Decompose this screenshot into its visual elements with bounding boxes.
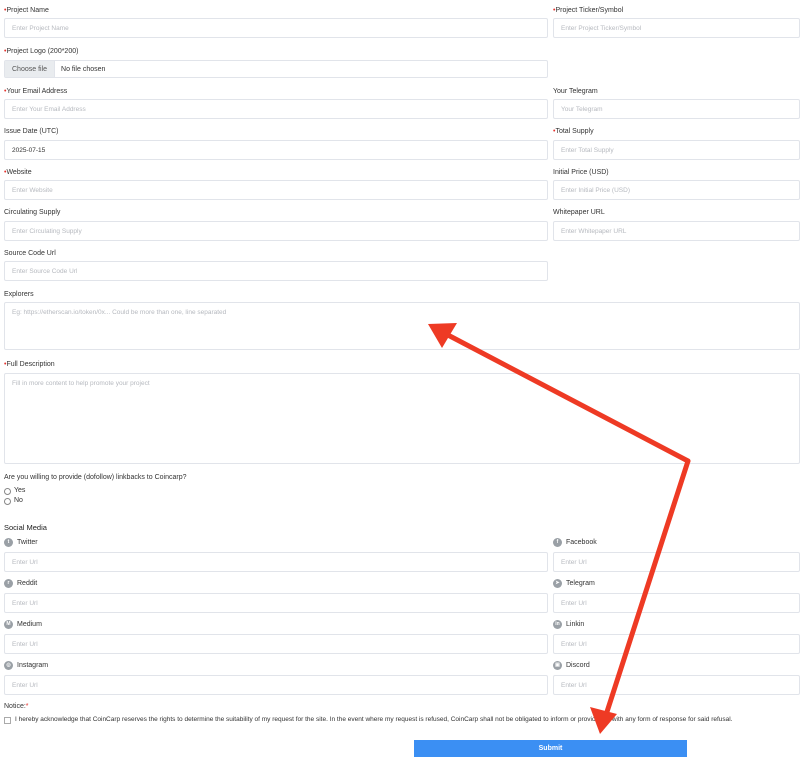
arrow-line-to-explorers <box>443 331 691 464</box>
arrow-head-submit <box>590 707 617 734</box>
annotation-arrows <box>428 323 691 734</box>
arrow-line-to-submit <box>602 458 691 721</box>
